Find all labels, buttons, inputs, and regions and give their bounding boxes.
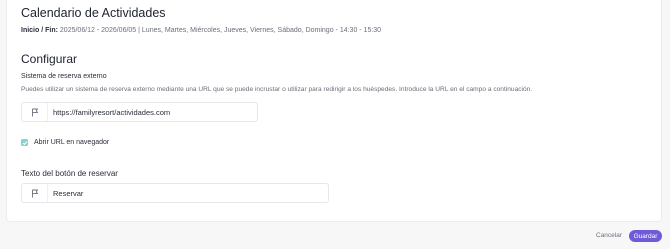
external-booking-description: Puedes utilizar un sistema de reserva ex…: [21, 86, 533, 93]
button-text-label: Texto del botón de reservar: [21, 169, 118, 178]
booking-url-value[interactable]: https://familyresort/actividades.com: [48, 108, 170, 117]
section-title: Configurar: [21, 52, 78, 66]
activity-settings-card: Calendario de Actividades Inicio / Fin: …: [6, 0, 662, 222]
checkmark-icon: [22, 140, 27, 145]
flag-icon: [22, 184, 48, 202]
button-text-value[interactable]: Reservar: [48, 189, 83, 198]
page-title: Calendario de Actividades: [21, 6, 166, 20]
save-button[interactable]: Guardar: [629, 230, 662, 242]
open-in-browser-checkbox[interactable]: [21, 139, 28, 146]
cancel-button[interactable]: Cancelar: [596, 232, 622, 239]
date-range-label: Inicio / Fin:: [21, 27, 58, 34]
date-range: Inicio / Fin: 2025/06/12 - 2026/06/05 | …: [21, 27, 381, 34]
flag-icon: [22, 103, 48, 121]
date-range-value: 2025/06/12 - 2026/06/05 | Lunes, Martes,…: [59, 27, 382, 34]
button-text-field[interactable]: Reservar: [21, 183, 329, 203]
booking-url-field[interactable]: https://familyresort/actividades.com: [21, 102, 258, 122]
open-in-browser-label: Abrir URL en navegador: [34, 139, 110, 146]
external-booking-label: Sistema de reserva externo: [21, 73, 107, 80]
open-in-browser-option[interactable]: Abrir URL en navegador: [21, 139, 109, 146]
